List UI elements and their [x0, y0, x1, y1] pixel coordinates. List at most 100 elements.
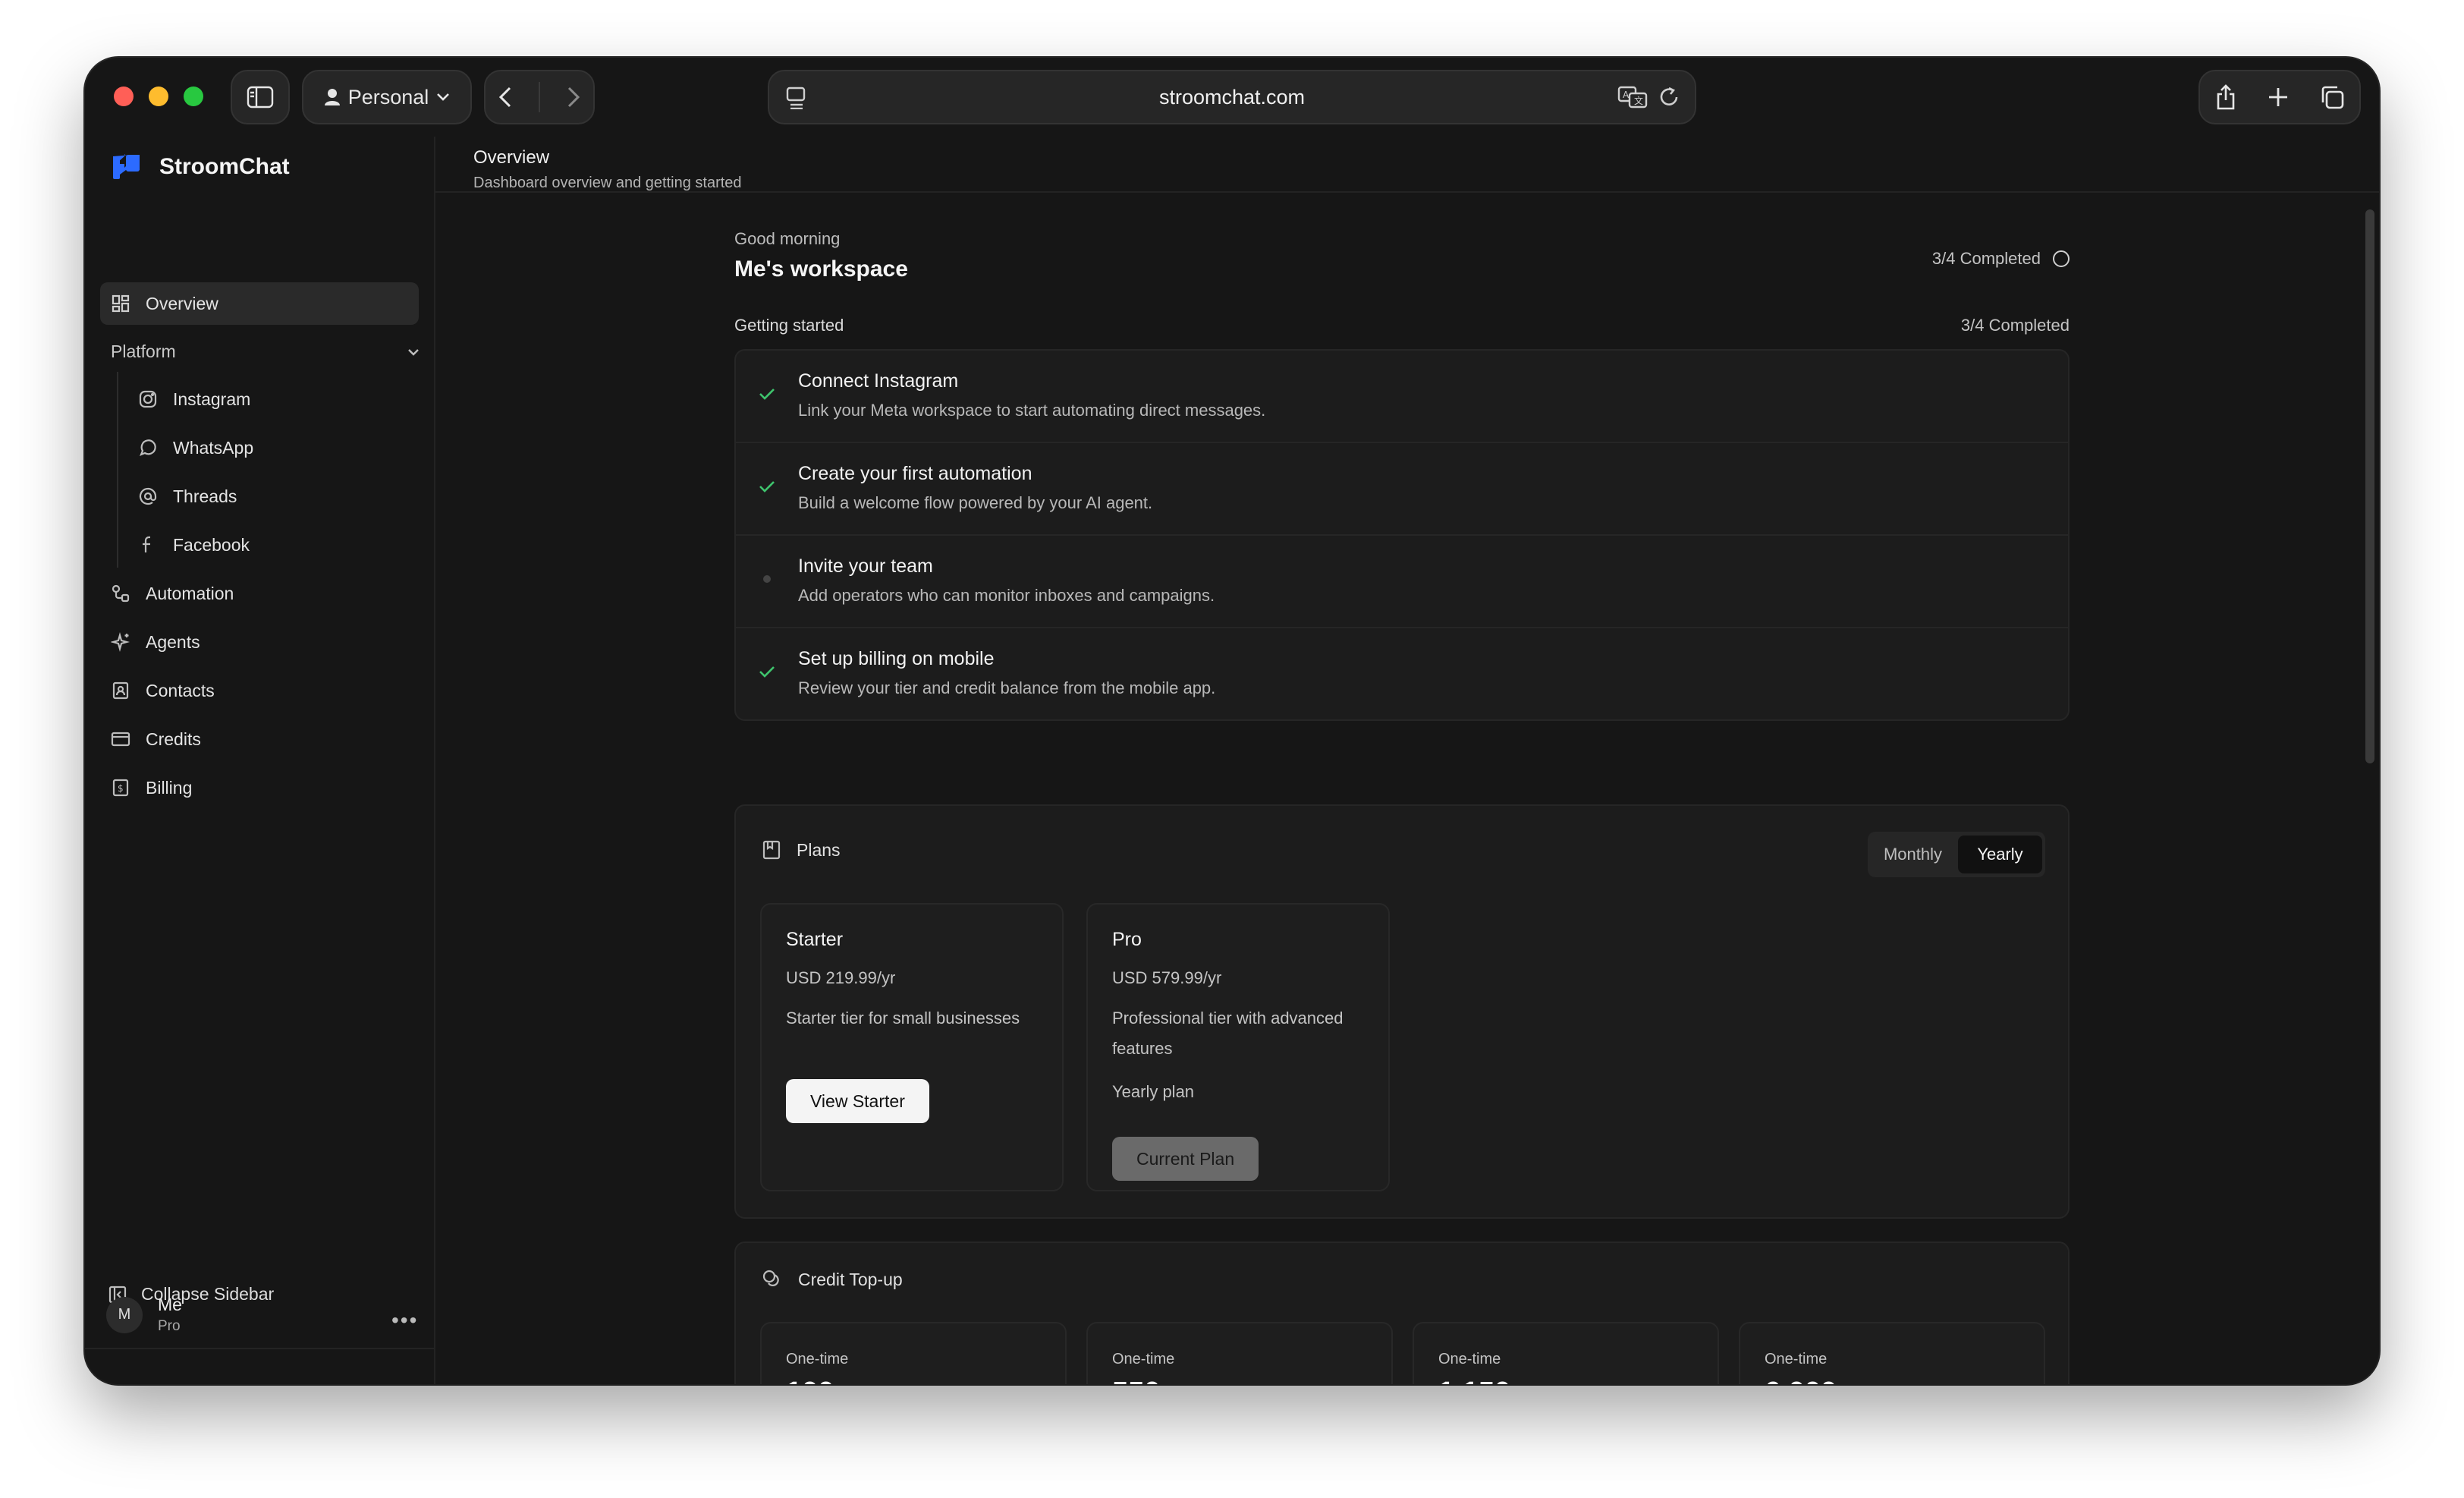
sidebar-item-label: Facebook	[173, 534, 250, 555]
user-divider	[85, 1348, 434, 1384]
getting-started-label: Getting started	[734, 316, 844, 335]
credit-amount: 100	[786, 1377, 834, 1384]
sidebar-item-agents[interactable]: Agents	[100, 621, 419, 663]
toggle-sidebar-button[interactable]	[231, 70, 290, 124]
monthly-option[interactable]: Monthly	[1871, 836, 1955, 873]
plan-price: USD 219.99/yr	[786, 968, 896, 987]
sidebar-item-threads[interactable]: Threads	[115, 475, 419, 518]
task-title: Connect Instagram	[798, 370, 959, 392]
task-description: Build a welcome flow powered by your AI …	[798, 493, 1153, 512]
greeting: Good morning	[734, 229, 841, 248]
stroomchat-logo-icon	[113, 154, 140, 179]
sidebar-item-credits[interactable]: Credits	[100, 718, 419, 760]
credit-topup-panel: Credit Top-up One-time 100 credits One-t…	[734, 1242, 2070, 1384]
dashboard-icon	[111, 294, 130, 313]
chevron-down-icon	[408, 348, 419, 356]
tab-overview-icon[interactable]	[2319, 84, 2345, 110]
new-tab-icon[interactable]	[2267, 86, 2290, 109]
reload-icon[interactable]	[1658, 86, 1680, 109]
svg-text:A: A	[1623, 90, 1630, 100]
plan-note: Yearly plan	[1112, 1082, 1195, 1101]
yearly-option[interactable]: Yearly	[1958, 836, 2042, 873]
page-menu-icon[interactable]	[786, 87, 807, 109]
sidebar-item-instagram[interactable]: Instagram	[115, 378, 419, 420]
sidebar-item-label: Threads	[173, 486, 237, 506]
topup-kind: One-time	[1765, 1351, 1828, 1367]
address-bar[interactable]: stroomchat.com A文	[768, 70, 1696, 124]
sidebar-item-label: Agents	[146, 631, 200, 652]
profile-button[interactable]: Personal	[302, 70, 472, 124]
sidebar-item-whatsapp[interactable]: WhatsApp	[115, 426, 419, 469]
plans-icon	[762, 840, 781, 860]
page-subtitle: Dashboard overview and getting started	[473, 175, 742, 191]
zoom-window-button[interactable]	[184, 87, 203, 106]
sidebar-item-overview[interactable]: Overview	[100, 282, 419, 325]
sidebar-item-facebook[interactable]: Facebook	[115, 524, 419, 566]
brand[interactable]: StroomChat	[111, 152, 290, 182]
credit-card-icon	[111, 729, 130, 749]
share-icon[interactable]	[2214, 83, 2237, 111]
browser-actions	[2198, 70, 2361, 124]
sidebar-item-automation[interactable]: Automation	[100, 572, 419, 615]
svg-text:文: 文	[1634, 95, 1643, 106]
task-title: Set up billing on mobile	[798, 648, 995, 669]
nav-divider	[538, 82, 540, 112]
svg-text:$: $	[118, 783, 124, 794]
task-description: Link your Meta workspace to start automa…	[798, 401, 1266, 420]
browser-toolbar: Personal stroomchat.com A文	[85, 58, 2379, 137]
person-icon	[324, 89, 340, 105]
topup-card: One-time 100 credits	[760, 1322, 1067, 1384]
facebook-icon	[138, 535, 158, 555]
scrollbar[interactable]	[2365, 209, 2374, 763]
billing-period-toggle: Monthly Yearly	[1868, 832, 2045, 877]
completion-text: 3/4 Completed	[1931, 249, 2041, 268]
translate-icon[interactable]: A文	[1617, 85, 1648, 109]
sidebar-item-label: WhatsApp	[173, 437, 254, 458]
minimize-window-button[interactable]	[149, 87, 168, 106]
forward-icon[interactable]	[567, 86, 580, 109]
topup-header: Credit Top-up	[762, 1269, 903, 1290]
user-profile[interactable]: M Me Pro	[106, 1295, 182, 1335]
task-item[interactable]: Create your first automation Build a wel…	[736, 443, 2068, 536]
credit-amount: 1,150	[1438, 1377, 1510, 1384]
page-title: Overview	[473, 147, 550, 168]
sidebar-item-billing[interactable]: $ Billing	[100, 766, 419, 809]
topup-title: Credit Top-up	[798, 1269, 903, 1289]
profile-label: Personal	[347, 85, 429, 109]
getting-started-count: 3/4 Completed	[1960, 316, 2070, 335]
plans-title: Plans	[797, 839, 841, 860]
more-options-icon[interactable]: •••	[391, 1308, 418, 1333]
task-item[interactable]: Invite your team Add operators who can m…	[736, 536, 2068, 628]
brand-name: StroomChat	[159, 154, 290, 179]
close-window-button[interactable]	[114, 87, 134, 106]
platform-section-toggle[interactable]: Platform	[111, 341, 420, 362]
topup-amount: 1,150 credits	[1438, 1377, 1566, 1384]
user-name: Me	[158, 1295, 182, 1314]
current-plan-button[interactable]: Current Plan	[1112, 1137, 1259, 1181]
plans-header: Plans	[762, 839, 841, 861]
billing-icon: $	[111, 778, 130, 798]
task-title: Invite your team	[798, 555, 933, 577]
getting-started-list: Connect Instagram Link your Meta workspa…	[734, 349, 2070, 721]
topup-kind: One-time	[1438, 1351, 1501, 1367]
task-item[interactable]: Connect Instagram Link your Meta workspa…	[736, 351, 2068, 443]
check-icon	[757, 384, 777, 404]
task-item[interactable]: Set up billing on mobile Review your tie…	[736, 628, 2068, 721]
pending-dot-icon	[763, 575, 771, 583]
topup-card: One-time 1,150 credits	[1413, 1322, 1719, 1384]
url-text: stroomchat.com	[1158, 85, 1306, 109]
view-starter-button[interactable]: View Starter	[786, 1079, 929, 1123]
plan-price: USD 579.99/yr	[1112, 968, 1222, 987]
chevron-down-icon	[437, 93, 450, 101]
topup-kind: One-time	[786, 1351, 849, 1367]
topup-amount: 6,000 credits	[1765, 1377, 1892, 1384]
credit-amount: 550	[1112, 1377, 1160, 1384]
back-icon[interactable]	[498, 86, 512, 109]
task-title: Create your first automation	[798, 463, 1032, 484]
sidebar-icon	[247, 86, 274, 109]
sidebar-item-contacts[interactable]: Contacts	[100, 669, 419, 712]
progress-ring-icon	[2053, 250, 2070, 267]
completion-status: 3/4 Completed	[1932, 249, 2070, 269]
plan-name: Starter	[786, 929, 844, 950]
plan-description: Professional tier with advanced features	[1112, 1009, 1344, 1058]
